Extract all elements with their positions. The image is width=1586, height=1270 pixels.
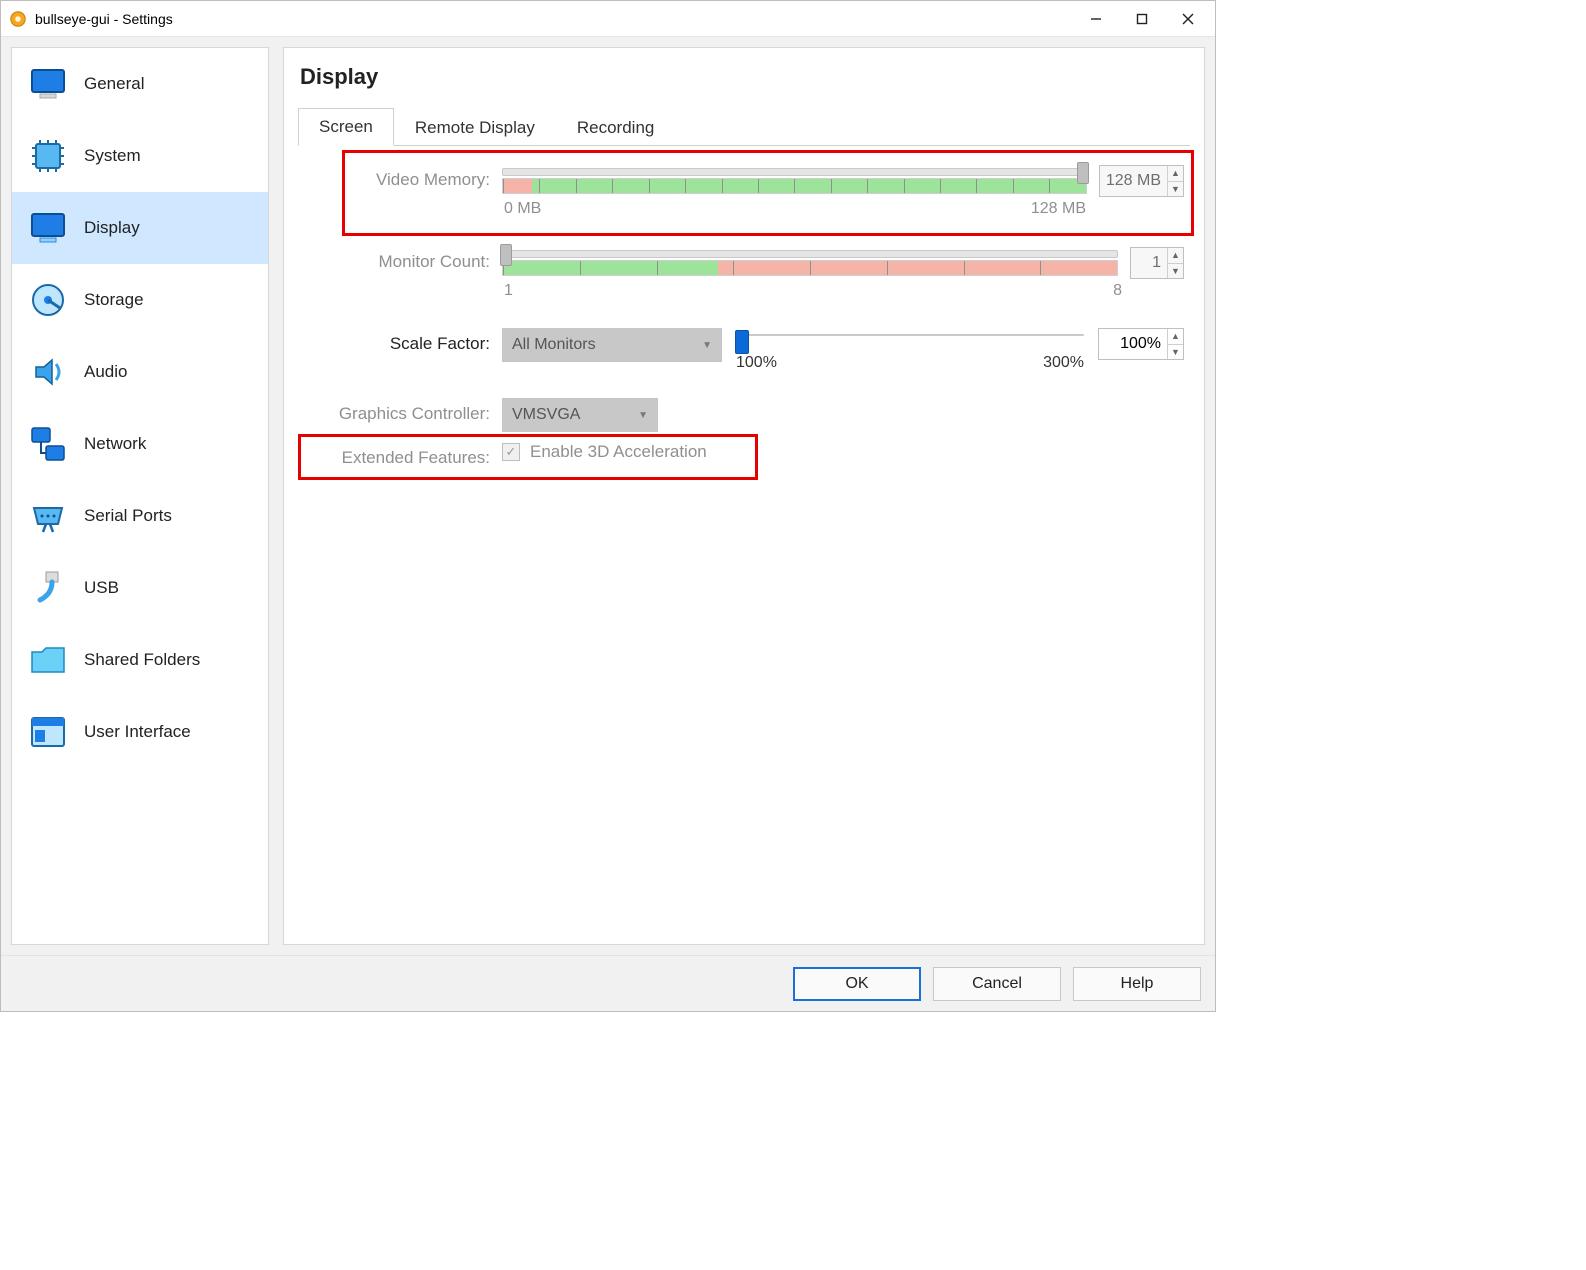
sidebar-item-system[interactable]: System: [12, 120, 268, 192]
sidebar-item-display[interactable]: Display: [12, 192, 268, 264]
chevron-down-icon[interactable]: ▼: [1168, 344, 1183, 359]
tab-remote-display[interactable]: Remote Display: [394, 109, 556, 146]
checkbox-3d-accel[interactable]: ✓ Enable 3D Acceleration: [502, 442, 1184, 462]
slider-video-memory[interactable]: [502, 164, 1087, 198]
page-title: Display: [300, 64, 1190, 90]
select-graphics-controller[interactable]: VMSVGA ▼: [502, 398, 658, 432]
checkbox-box: ✓: [502, 443, 520, 461]
row-extended-features: Extended Features: ✓ Enable 3D Accelerat…: [304, 442, 1184, 468]
checkbox-3d-accel-label: Enable 3D Acceleration: [530, 442, 707, 462]
sidebar-item-label: User Interface: [84, 722, 191, 742]
sidebar-item-label: USB: [84, 578, 119, 598]
sidebar-item-user-interface[interactable]: User Interface: [12, 696, 268, 768]
ok-button[interactable]: OK: [793, 967, 921, 1001]
chevron-down-icon[interactable]: ▼: [1168, 263, 1183, 278]
sidebar-item-usb[interactable]: USB: [12, 552, 268, 624]
network-icon: [26, 422, 70, 466]
tab-screen[interactable]: Screen: [298, 108, 394, 146]
row-scale-factor: Scale Factor: All Monitors ▼: [304, 328, 1184, 372]
chip-icon: [26, 134, 70, 178]
video-memory-value: 128 MB: [1100, 172, 1167, 190]
select-scale-monitors[interactable]: All Monitors ▼: [502, 328, 722, 362]
spin-video-memory[interactable]: 128 MB ▲▼: [1099, 165, 1184, 197]
chevron-up-icon[interactable]: ▲: [1168, 248, 1183, 263]
settings-window: bullseye-gui - Settings General System D…: [0, 0, 1216, 1012]
usb-icon: [26, 566, 70, 610]
disk-icon: [26, 278, 70, 322]
help-button[interactable]: Help: [1073, 967, 1201, 1001]
chevron-up-icon[interactable]: ▲: [1168, 329, 1183, 344]
video-memory-max: 128 MB: [1031, 200, 1086, 218]
window-title: bullseye-gui - Settings: [35, 11, 173, 27]
chevron-down-icon: ▼: [638, 410, 648, 421]
spin-scale-factor[interactable]: 100% ▲▼: [1098, 328, 1184, 360]
row-graphics-controller: Graphics Controller: VMSVGA ▼: [304, 398, 1184, 432]
sidebar-item-audio[interactable]: Audio: [12, 336, 268, 408]
display-icon: [26, 206, 70, 250]
chevron-up-icon[interactable]: ▲: [1168, 166, 1183, 181]
graphics-controller-value: VMSVGA: [512, 406, 580, 424]
chevron-down-icon: ▼: [702, 340, 712, 351]
form-area: Video Memory: 128 MB ▲▼: [298, 146, 1190, 478]
scale-factor-max: 300%: [1043, 354, 1084, 372]
sidebar-item-network[interactable]: Network: [12, 408, 268, 480]
row-video-memory: Video Memory: 128 MB ▲▼: [304, 164, 1184, 218]
video-memory-min: 0 MB: [504, 200, 541, 218]
monitor-icon: [26, 62, 70, 106]
monitor-count-value: 1: [1131, 254, 1167, 272]
slider-monitor-count[interactable]: [502, 246, 1118, 280]
label-extended-features: Extended Features:: [304, 442, 490, 468]
label-monitor-count: Monitor Count:: [304, 246, 490, 272]
tab-recording[interactable]: Recording: [556, 109, 676, 146]
titlebar: bullseye-gui - Settings: [1, 1, 1215, 37]
label-video-memory: Video Memory:: [304, 164, 490, 190]
chevron-down-icon[interactable]: ▼: [1168, 181, 1183, 196]
sidebar-item-general[interactable]: General: [12, 48, 268, 120]
tab-bar: Screen Remote Display Recording: [298, 108, 1190, 146]
spin-monitor-count[interactable]: 1 ▲▼: [1130, 247, 1184, 279]
select-scale-monitors-value: All Monitors: [512, 336, 596, 354]
sidebar-item-label: Network: [84, 434, 146, 454]
ui-icon: [26, 710, 70, 754]
main-panel: Display Screen Remote Display Recording …: [283, 47, 1205, 945]
dialog-footer: OK Cancel Help: [1, 955, 1215, 1011]
serial-port-icon: [26, 494, 70, 538]
speaker-icon: [26, 350, 70, 394]
maximize-button[interactable]: [1119, 4, 1165, 34]
close-button[interactable]: [1165, 4, 1211, 34]
app-icon: [9, 10, 27, 28]
cancel-button[interactable]: Cancel: [933, 967, 1061, 1001]
label-scale-factor: Scale Factor:: [304, 328, 490, 354]
monitor-count-max: 8: [1113, 282, 1122, 300]
sidebar-item-label: General: [84, 74, 144, 94]
sidebar: General System Display Storage Audio Net…: [11, 47, 269, 945]
sidebar-item-label: Display: [84, 218, 140, 238]
sidebar-item-label: System: [84, 146, 141, 166]
monitor-count-min: 1: [504, 282, 513, 300]
sidebar-item-label: Storage: [84, 290, 144, 310]
scale-factor-min: 100%: [736, 354, 777, 372]
sidebar-item-shared-folders[interactable]: Shared Folders: [12, 624, 268, 696]
sidebar-item-label: Serial Ports: [84, 506, 172, 526]
sidebar-item-storage[interactable]: Storage: [12, 264, 268, 336]
scale-factor-value: 100%: [1099, 335, 1167, 353]
sidebar-item-label: Audio: [84, 362, 127, 382]
sidebar-item-label: Shared Folders: [84, 650, 200, 670]
folder-icon: [26, 638, 70, 682]
minimize-button[interactable]: [1073, 4, 1119, 34]
label-graphics-controller: Graphics Controller:: [304, 398, 490, 424]
sidebar-item-serial-ports[interactable]: Serial Ports: [12, 480, 268, 552]
client-area: General System Display Storage Audio Net…: [1, 37, 1215, 955]
slider-scale-factor[interactable]: [736, 334, 1084, 336]
row-monitor-count: Monitor Count: 1 ▲▼: [304, 246, 1184, 300]
